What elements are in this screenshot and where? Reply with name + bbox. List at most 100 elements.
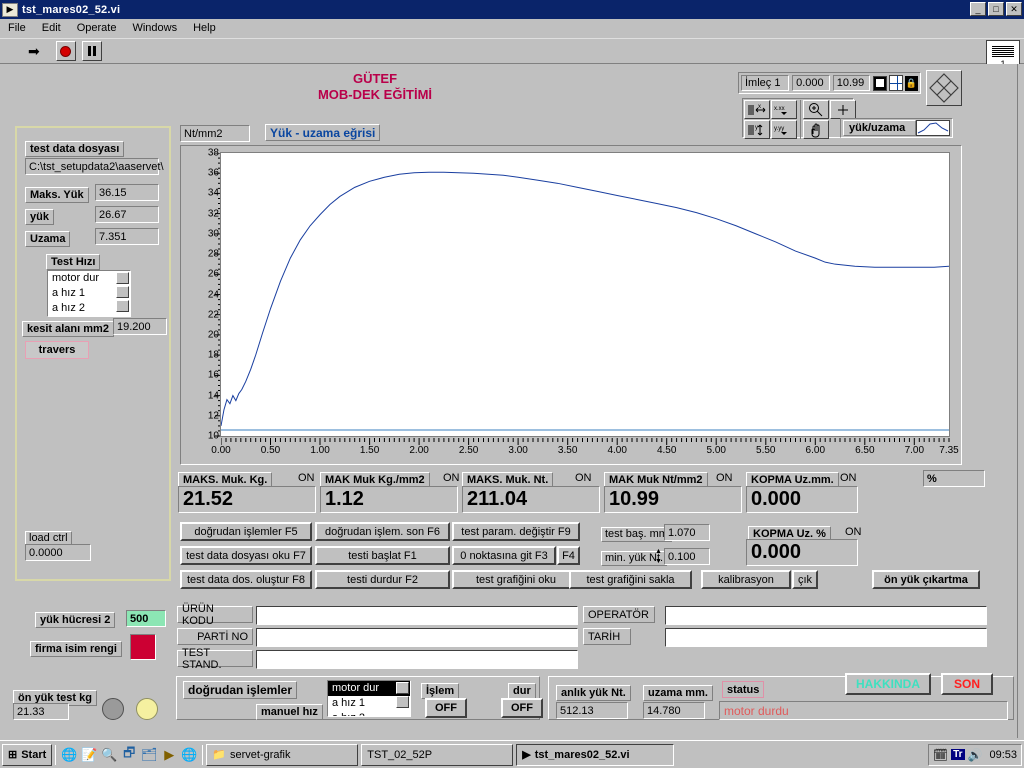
taskitem-servet-grafik[interactable]: 📁 servet-grafik (206, 743, 359, 766)
tarih-input[interactable] (665, 628, 987, 647)
manuel-hiz-listbox[interactable]: motor dur a hız 1 a hız 2 (327, 680, 411, 717)
panel-vertical-scrollbar[interactable] (1018, 64, 1024, 738)
btn-on-yuk-cikartma[interactable]: ön yük çıkartma (872, 570, 980, 589)
kesit-label-wrap: kesit alanı mm2 (22, 319, 114, 337)
uzama-label-wrap: Uzama (25, 229, 71, 247)
cursor-name[interactable]: İmleç 1 (741, 75, 790, 91)
menu-operate[interactable]: Operate (69, 21, 125, 35)
waveform-graph[interactable]: 38 36 34 32 30 28 26 24 22 20 18 16 14 12 10 0.00 0.50 1… (180, 145, 962, 465)
btn-hakkinda[interactable]: HAKKINDA (845, 673, 931, 695)
on-yuk-test-kg-value: 21.33 (13, 703, 69, 720)
firma-color-swatch[interactable] (130, 634, 156, 660)
btn-kalibrasyon[interactable]: kalibrasyon (701, 570, 791, 589)
labview-vi-taskbar-icon: ▶ (522, 749, 531, 761)
uzama-mm-label-wrap: uzama mm. (643, 683, 713, 701)
min-yuk-stepper[interactable]: ▲ ▼ (655, 548, 664, 565)
btn-0-noktasina-git-f3[interactable]: 0 noktasına git F3 (452, 546, 556, 565)
zoom-icon[interactable] (803, 100, 829, 119)
pan-hand-icon[interactable] (803, 120, 829, 139)
browser-icon[interactable]: 🌐 (179, 745, 199, 765)
graph-unit-label: Nt/mm2 (180, 125, 250, 142)
cursor-mover-pad[interactable] (926, 70, 962, 106)
cursor-x-value[interactable]: 0.000 (792, 75, 830, 91)
kesit-alani-value[interactable]: 19.200 (113, 318, 167, 335)
btn-test-grafigini-oku[interactable]: test grafiğini oku (452, 570, 580, 589)
crosshair-plus-icon[interactable] (830, 100, 856, 119)
abort-button[interactable] (55, 41, 76, 61)
labview-icon[interactable]: ▶ (159, 745, 179, 765)
lock-icon[interactable]: 🔒 (904, 75, 918, 91)
btn-cik[interactable]: çık (792, 570, 818, 589)
test-bas-mm-value[interactable]: 1.070 (664, 524, 710, 541)
test-hizi-scrollbar[interactable] (116, 272, 129, 315)
start-button[interactable]: ⊞ Start (2, 743, 53, 766)
search-icon[interactable]: 🔍 (99, 745, 119, 765)
min-yuk-nt-value[interactable]: 0.100 (664, 548, 710, 565)
urun-kodu-input[interactable] (256, 606, 578, 625)
maks-muk-kg-value: 21.52 (178, 486, 316, 513)
test-stand-input[interactable] (256, 650, 578, 669)
btn-test-data-dosyasi-oku-f7[interactable]: test data dosyası oku F7 (180, 546, 312, 565)
test-data-file-path[interactable]: C:\tst_setupdata2\aaservet\ (25, 158, 164, 175)
marker-square-icon[interactable] (873, 75, 887, 91)
x-scale-icon[interactable]: x (744, 100, 770, 119)
btn-testi-durdur-f2[interactable]: testi durdur F2 (315, 570, 450, 589)
taskitem-tst-mares02-52-vi[interactable]: ▶ tst_mares02_52.vi (516, 743, 675, 766)
menu-edit[interactable]: Edit (34, 21, 69, 35)
run-arrow-icon[interactable]: ➡ (28, 43, 40, 60)
folder-sync-icon[interactable]: 🗂 (139, 745, 159, 765)
btn-f4[interactable]: F4 (557, 546, 580, 565)
window-titlebar: ▶ tst_mares02_52.vi _ □ ✕ (0, 0, 1024, 19)
dogrudan-islemler-label: doğrudan işlemler (183, 681, 298, 699)
start-label: Start (21, 748, 47, 761)
scheduler-icon[interactable]: 🗓 (933, 748, 948, 762)
menu-file[interactable]: File (0, 21, 34, 35)
yuk-hucresi-value[interactable]: 500 (126, 610, 166, 627)
yuk-value: 26.67 (95, 206, 159, 223)
taskitem-label-1: TST_02_52P (367, 748, 433, 761)
sound-icon[interactable]: 🔊 (968, 748, 983, 762)
test-hizi-listbox[interactable]: motor dur a hız 1 a hız 2 (47, 270, 131, 317)
btn-test-data-dos-olustur-f8[interactable]: test data dos. oluştur F8 (180, 570, 312, 589)
stepper-up-icon[interactable]: ▲ (655, 548, 664, 555)
travers-button[interactable]: travers (25, 341, 89, 359)
cursor-y-value[interactable]: 10.99 (832, 75, 871, 91)
anlik-yuk-nt-value: 512.13 (556, 702, 628, 719)
plot-legend-label[interactable]: yük/uzama (843, 120, 916, 136)
btn-dogrudan-islem-son-f6[interactable]: doğrudan işlem. son F6 (315, 522, 450, 541)
graph-plot-area[interactable] (220, 152, 950, 437)
btn-test-grafigini-sakla[interactable]: test grafiğini sakla (569, 570, 692, 589)
x-tick-label: 4.00 (607, 445, 627, 456)
stepper-down-icon[interactable]: ▼ (655, 558, 664, 565)
x-format-icon[interactable]: x.xx (771, 100, 797, 119)
window-icon[interactable]: 🗗 (119, 745, 139, 765)
line-plot-icon[interactable] (916, 120, 950, 136)
uzama-label: Uzama (25, 231, 71, 247)
close-button[interactable]: ✕ (1006, 2, 1022, 16)
pause-button[interactable] (81, 41, 102, 61)
tr-keyboard-icon[interactable]: Tr (951, 749, 965, 760)
btn-testi-baslat-f1[interactable]: testi başlat F1 (315, 546, 450, 565)
minimize-button[interactable]: _ (970, 2, 986, 16)
taskitem-tst-02-52p[interactable]: TST_02_52P (361, 743, 514, 766)
maximize-button[interactable]: □ (988, 2, 1004, 16)
parti-no-input[interactable] (256, 628, 578, 647)
percent-field[interactable]: % (923, 470, 985, 487)
kesit-alani-label: kesit alanı mm2 (22, 321, 114, 337)
stop-icon (60, 45, 72, 57)
islem-toggle[interactable]: OFF (425, 698, 467, 718)
notepad-icon[interactable]: 📝 (79, 745, 99, 765)
btn-test-param-degistir-f9[interactable]: test param. değiştir F9 (452, 522, 580, 541)
dur-toggle[interactable]: OFF (501, 698, 543, 718)
menu-windows[interactable]: Windows (124, 21, 185, 35)
x-tick-label: 6.50 (855, 445, 875, 456)
y-format-icon[interactable]: y.yy (771, 120, 797, 139)
ie-icon[interactable]: 🌐 (59, 745, 79, 765)
btn-son[interactable]: SON (941, 673, 993, 695)
btn-dogrudan-islemler-f5[interactable]: doğrudan işlemler F5 (180, 522, 312, 541)
menu-help[interactable]: Help (185, 21, 224, 35)
crosshair-icon[interactable] (888, 75, 903, 91)
y-scale-icon[interactable]: y (744, 120, 770, 139)
manuel-hiz-scrollbar[interactable] (396, 682, 409, 715)
operator-input[interactable] (665, 606, 987, 625)
